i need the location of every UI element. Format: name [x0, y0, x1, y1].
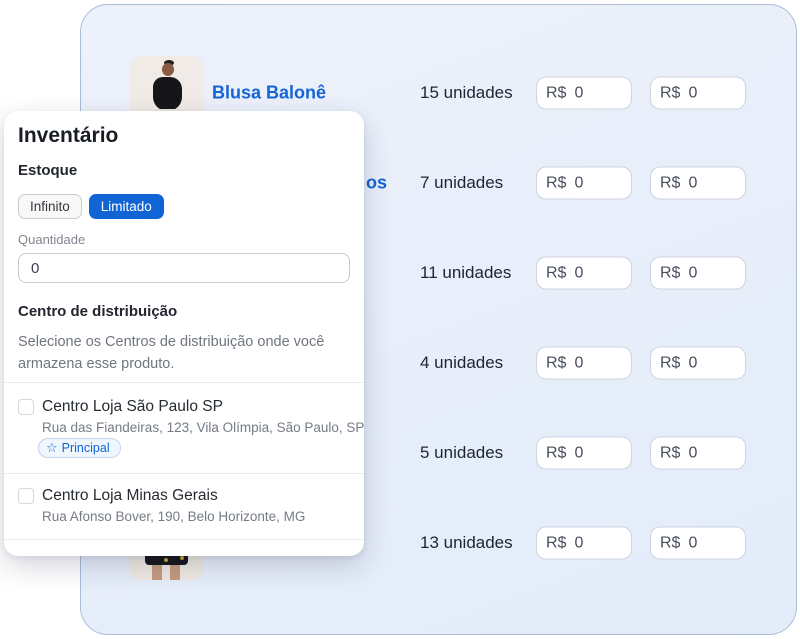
price-input-1[interactable]: R$ 0: [536, 527, 632, 560]
star-icon: [46, 441, 58, 455]
model-leg-shape: [170, 564, 180, 580]
divider: [4, 382, 364, 383]
currency-prefix: R$: [546, 84, 566, 102]
price-value: 0: [574, 174, 583, 192]
currency-prefix: R$: [546, 354, 566, 372]
center-name: Centro Loja São Paulo SP: [42, 398, 223, 416]
price-input-2[interactable]: R$ 0: [650, 77, 746, 110]
distribution-section-title: Centro de distribuição: [18, 303, 177, 320]
modal-title: Inventário: [18, 124, 118, 148]
divider: [4, 539, 364, 540]
price-value: 0: [688, 444, 697, 462]
units-label: 7 unidades: [420, 173, 503, 193]
quantity-label: Quantidade: [18, 232, 85, 247]
price-value: 0: [688, 534, 697, 552]
price-value: 0: [574, 534, 583, 552]
distribution-description: Selecione os Centros de distribuição ond…: [18, 331, 334, 375]
currency-prefix: R$: [660, 174, 680, 192]
currency-prefix: R$: [660, 534, 680, 552]
currency-prefix: R$: [660, 264, 680, 282]
divider: [4, 473, 364, 474]
price-input-1[interactable]: R$ 0: [536, 77, 632, 110]
center-address: Rua Afonso Bover, 190, Belo Horizonte, M…: [42, 509, 305, 524]
price-input-2[interactable]: R$ 0: [650, 437, 746, 470]
price-input-2[interactable]: R$ 0: [650, 347, 746, 380]
price-input-2[interactable]: R$ 0: [650, 257, 746, 290]
center-sao-paulo-checkbox[interactable]: [18, 399, 34, 415]
black-blouse-shape: [153, 77, 182, 111]
principal-badge: Principal: [38, 438, 121, 458]
price-input-1[interactable]: R$ 0: [536, 257, 632, 290]
price-input-2[interactable]: R$ 0: [650, 167, 746, 200]
currency-prefix: R$: [546, 174, 566, 192]
units-label: 15 unidades: [420, 83, 513, 103]
badge-label: Principal: [62, 441, 110, 455]
gold-button-shape: [180, 556, 184, 560]
currency-prefix: R$: [660, 444, 680, 462]
quantity-input[interactable]: 0: [18, 253, 350, 283]
product-name-link[interactable]: Blusa Balonê: [212, 83, 326, 104]
currency-prefix: R$: [660, 354, 680, 372]
price-value: 0: [688, 264, 697, 282]
model-leg-shape: [152, 564, 162, 580]
product-name-link-partial[interactable]: os: [366, 173, 387, 194]
price-value: 0: [688, 354, 697, 372]
model-head-shape: [162, 63, 174, 76]
currency-prefix: R$: [660, 84, 680, 102]
price-input-1[interactable]: R$ 0: [536, 347, 632, 380]
stock-toggle-group: Infinito Limitado: [18, 194, 164, 219]
units-label: 5 unidades: [420, 443, 503, 463]
center-name: Centro Loja Minas Gerais: [42, 487, 218, 505]
stock-option-limitado-button[interactable]: Limitado: [89, 194, 164, 219]
currency-prefix: R$: [546, 534, 566, 552]
currency-prefix: R$: [546, 444, 566, 462]
units-label: 11 unidades: [420, 263, 511, 283]
inventory-modal: Inventário Estoque Infinito Limitado Qua…: [4, 111, 364, 556]
price-input-2[interactable]: R$ 0: [650, 527, 746, 560]
currency-prefix: R$: [546, 264, 566, 282]
price-input-1[interactable]: R$ 0: [536, 167, 632, 200]
screen: Blusa Balonê 15 unidades R$ 0 R$ 0 os 7 …: [0, 0, 800, 639]
stock-section-label: Estoque: [18, 162, 77, 179]
center-address: Rua das Fiandeiras, 123, Vila Olímpia, S…: [42, 420, 364, 435]
price-value: 0: [574, 264, 583, 282]
price-value: 0: [574, 444, 583, 462]
price-value: 0: [688, 174, 697, 192]
units-label: 13 unidades: [420, 533, 513, 553]
price-value: 0: [574, 354, 583, 372]
center-minas-gerais-checkbox[interactable]: [18, 488, 34, 504]
price-input-1[interactable]: R$ 0: [536, 437, 632, 470]
price-value: 0: [574, 84, 583, 102]
stock-option-infinito-button[interactable]: Infinito: [18, 194, 82, 219]
price-value: 0: [688, 84, 697, 102]
gold-button-shape: [164, 558, 168, 562]
units-label: 4 unidades: [420, 353, 503, 373]
quantity-value: 0: [31, 260, 39, 277]
